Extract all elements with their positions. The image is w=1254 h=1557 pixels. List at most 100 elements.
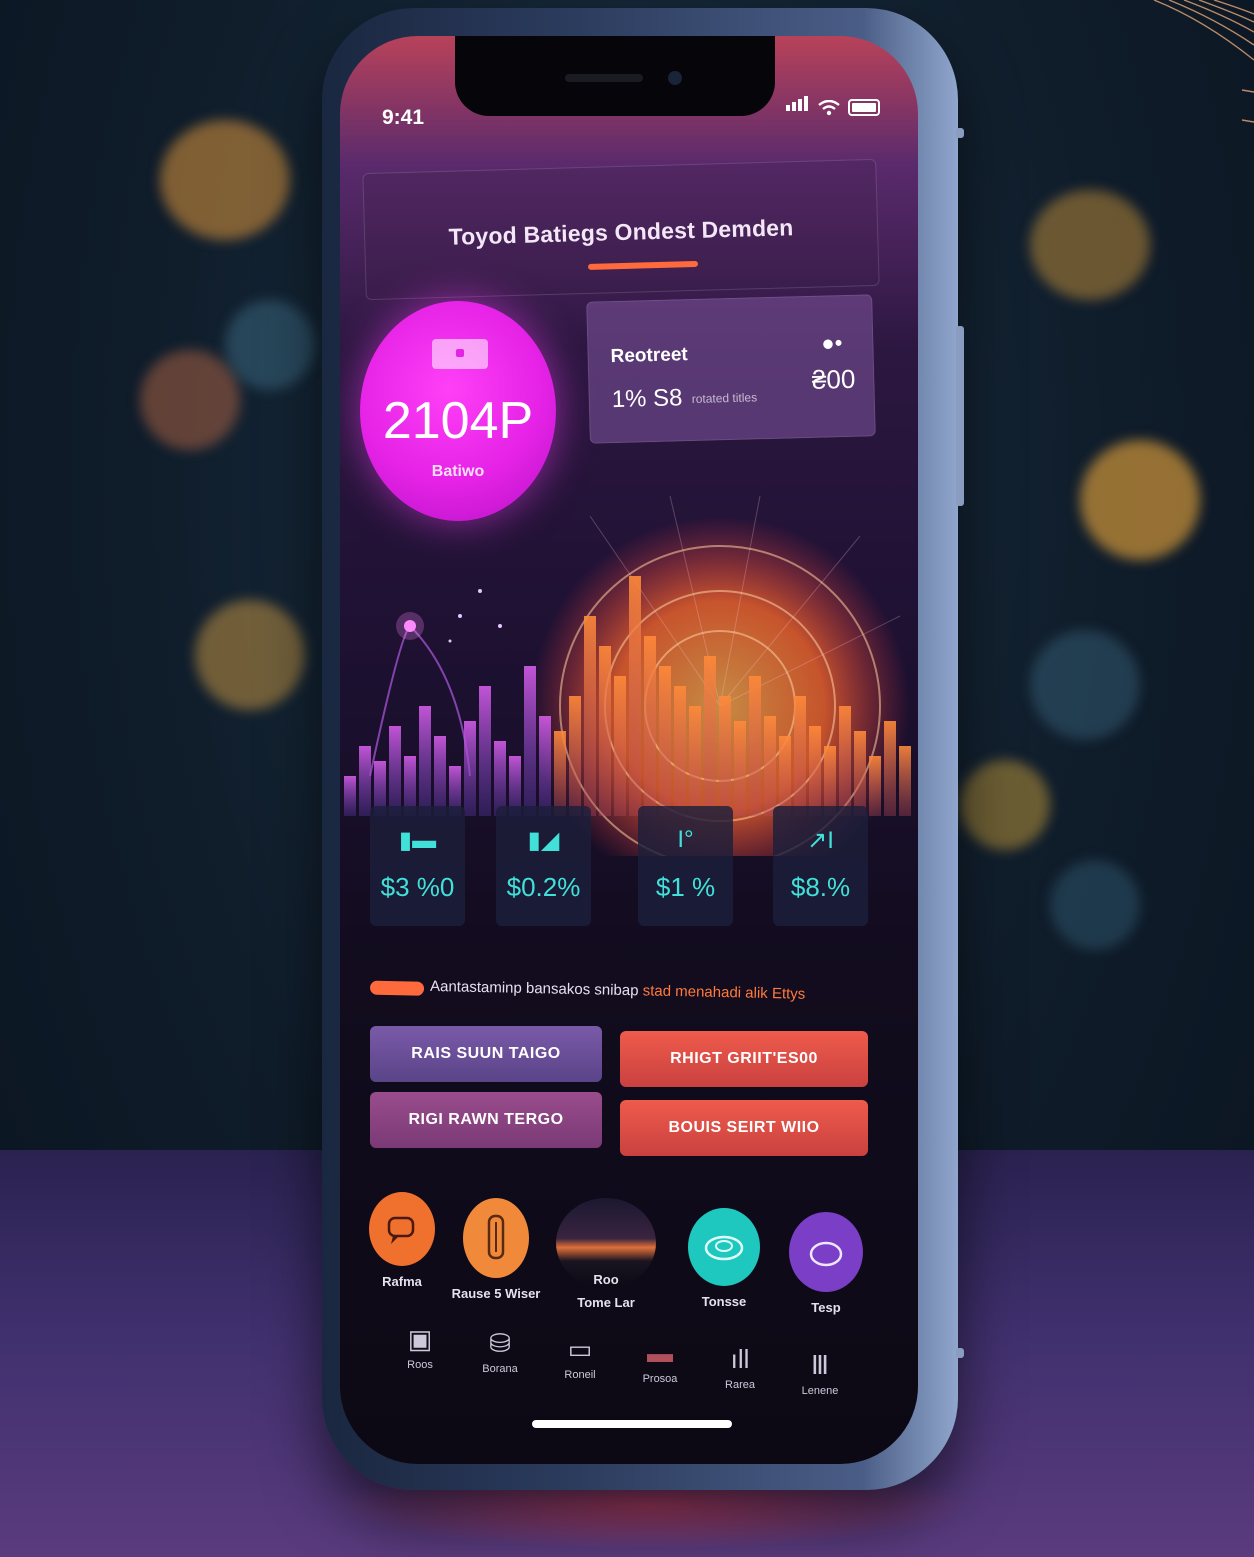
- books-icon: ▬: [647, 1338, 673, 1368]
- forecast-card[interactable]: Reotreet 1% S8 rotated titles ₴00 ●•: [586, 294, 876, 444]
- tab-label: Rarea: [725, 1379, 755, 1391]
- promo-main-text: Aantastaminp bansakos snibap: [429, 977, 639, 1000]
- speaker-grille: [565, 74, 643, 82]
- skyline-bar: [479, 686, 491, 816]
- chat-icon: [369, 1192, 435, 1266]
- skyline-bar: [434, 736, 446, 816]
- tab-prosoa[interactable]: ▬ Prosoa: [620, 1338, 700, 1385]
- forecast-title: Reotreet: [610, 344, 688, 368]
- header-card: Toyod Batiegs Ondest Demden: [362, 158, 880, 301]
- status-time: 9:41: [382, 106, 425, 129]
- shortcut-tonsse[interactable]: Tonsse: [674, 1208, 774, 1309]
- bokeh-light: [1030, 190, 1150, 300]
- skyline-bar: [719, 696, 731, 816]
- tab-roos[interactable]: ▣ Roos: [380, 1324, 460, 1371]
- promo-highlight-text: stad menahadi alik Ettys: [642, 982, 806, 1003]
- skyline-bar: [494, 741, 506, 816]
- shortcut-rafma[interactable]: Rafma: [352, 1192, 452, 1289]
- briefcase-icon: ⛁: [489, 1328, 511, 1358]
- stat-value: $3 %0: [380, 872, 455, 902]
- corner-decoration: [1153, 0, 1254, 123]
- promo-banner[interactable]: Aantastaminp bansakos snibap stad menaha…: [369, 973, 881, 1014]
- bottle-icon: [463, 1198, 529, 1278]
- camera-lens-icon: [668, 71, 682, 85]
- skyline-bar: [464, 721, 476, 816]
- skyline-bar: [359, 746, 371, 816]
- battery-icon: [848, 99, 880, 116]
- skyline-bar: [569, 696, 581, 816]
- skyline-bar: [854, 731, 866, 816]
- users-icon: ▮◢: [527, 827, 560, 854]
- tab-label: Borana: [482, 1363, 518, 1375]
- skyline-bar: [704, 656, 716, 816]
- shortcut-label: Rafma: [382, 1274, 422, 1289]
- action-button[interactable]: RIGI RAWN TERGO: [370, 1092, 602, 1148]
- signal-icon: [786, 96, 810, 116]
- skyline-bar: [614, 676, 626, 816]
- skyline-bar: [584, 616, 596, 816]
- skyline-bar: [749, 676, 761, 816]
- promo-pill: [369, 980, 425, 996]
- library-icon: Ⅲ: [811, 1350, 829, 1380]
- action-button[interactable]: RHIGT GRIIT'ES00: [620, 1031, 868, 1087]
- forecast-right-value: ₴00: [811, 363, 856, 395]
- tab-lenene[interactable]: Ⅲ Lenene: [780, 1350, 860, 1397]
- wallet-icon: ▮▬: [398, 827, 437, 854]
- skyline-bar: [674, 686, 686, 816]
- bottom-tab-bar: ▣ Roos ⛁ Borana ▭ Roneil ▬ Prosoa ıll Ra…: [380, 1324, 880, 1397]
- tab-label: Lenene: [801, 1385, 839, 1397]
- skyline-bar: [644, 636, 656, 816]
- action-button[interactable]: RAIS SUUN TAIGO: [370, 1026, 602, 1082]
- skyline-bar: [419, 706, 431, 816]
- skyline-bar: [689, 706, 701, 816]
- tab-roneil[interactable]: ▭ Roneil: [540, 1334, 620, 1381]
- skyline-bar: [734, 721, 746, 816]
- ring-icon: [789, 1212, 863, 1292]
- skyline-bar: [524, 666, 536, 816]
- skyline-bar: [344, 776, 356, 816]
- bokeh-light: [225, 300, 315, 390]
- skyline-bar: [539, 716, 551, 816]
- stat-value: $0.2%: [506, 872, 581, 902]
- side-button: [956, 128, 964, 138]
- stat-card[interactable]: ▮◢ $0.2%: [496, 806, 591, 926]
- tab-label: Roneil: [564, 1369, 596, 1381]
- bokeh-light: [1030, 630, 1140, 740]
- shortcut-tome[interactable]: Roo Tome Lar: [556, 1198, 656, 1310]
- skyline-bar: [659, 666, 671, 816]
- bars-icon: ıll: [730, 1344, 750, 1374]
- shortcut-tesp[interactable]: Tesp: [776, 1212, 876, 1315]
- side-button: [956, 326, 964, 506]
- monitor-icon: ▭: [567, 1334, 593, 1364]
- shortcut-label: Rause 5 Wiser: [451, 1286, 541, 1301]
- card-icon: [432, 339, 488, 369]
- skyline-bar: [869, 756, 881, 816]
- skyline-bar: [764, 716, 776, 816]
- shortcut-rause[interactable]: Rause 5 Wiser: [446, 1198, 546, 1301]
- dot-menu-icon[interactable]: ●•: [821, 330, 843, 357]
- chart-icon: ↗I: [807, 827, 834, 854]
- action-button[interactable]: BOUIS SEIRT WIIO: [620, 1100, 868, 1156]
- bokeh-light: [1080, 440, 1200, 560]
- stat-value: $8.%: [790, 872, 851, 902]
- tab-borana[interactable]: ⛁ Borana: [460, 1328, 540, 1375]
- app-screen: 9:41 Toyod Batiegs Ondest Demden 2104P B…: [340, 36, 918, 1464]
- skyline-bar: [599, 646, 611, 816]
- side-button: [956, 1348, 964, 1358]
- tab-rarea[interactable]: ıll Rarea: [700, 1344, 780, 1391]
- phone-device: 9:41 Toyod Batiegs Ondest Demden 2104P B…: [322, 8, 964, 1490]
- shortcut-sub-label: Roo: [593, 1272, 619, 1287]
- stat-card[interactable]: ▮▬ $3 %0: [370, 806, 465, 926]
- skyline-bar: [389, 726, 401, 816]
- calendar-icon: ▣: [407, 1324, 433, 1354]
- stat-card[interactable]: ↗I $8.%: [773, 806, 868, 926]
- wifi-icon: [818, 100, 840, 116]
- home-indicator[interactable]: [532, 1420, 732, 1428]
- cloud-icon: [688, 1208, 760, 1286]
- page-title: Toyod Batiegs Ondest Demden: [448, 214, 794, 250]
- stat-card[interactable]: I° $1 %: [638, 806, 733, 926]
- city-chart-graphic: [344, 495, 911, 856]
- forecast-value: 1% S8: [611, 384, 683, 414]
- skyline-bar: [554, 731, 566, 816]
- shortcut-label: Tome Lar: [577, 1295, 635, 1310]
